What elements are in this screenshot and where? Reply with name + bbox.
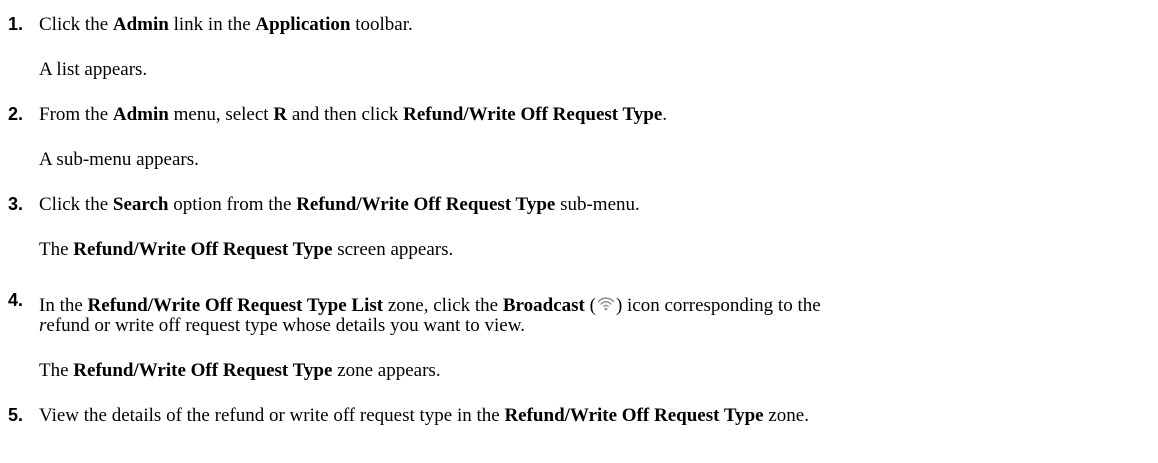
step-text: menu, select — [168, 104, 274, 125]
result-text: The — [39, 360, 74, 381]
ui-term: Refund/Write Off Request Type — [403, 104, 663, 125]
step-1-result: A list appears. — [39, 59, 148, 80]
step-text: option from the — [168, 194, 297, 215]
result-text: screen appears. — [332, 239, 454, 260]
step-text: sub-menu. — [555, 194, 640, 215]
step-text: Click the — [39, 194, 113, 215]
step-number: 2. — [8, 104, 24, 124]
step-text: link in the — [168, 14, 256, 35]
step-3: 3. Click the Search option from the Refun… — [8, 193, 640, 216]
ui-term: Refund/Write Off Request Type List — [87, 295, 384, 316]
ui-term: Refund/Write Off Request Type — [73, 360, 333, 381]
result-text: zone appears. — [332, 360, 441, 381]
step-text: ) icon corresponding to the — [615, 295, 821, 316]
ui-term: Broadcast — [502, 295, 585, 316]
step-number: 5. — [8, 405, 24, 425]
step-number: 4. — [8, 290, 24, 310]
step-text: efund or write off request type whose de… — [46, 315, 525, 336]
step-4: 4. In the Refund/Write Off Request Type L… — [8, 289, 821, 317]
step-1: 1. Click the Admin link in the Applicatio… — [8, 13, 413, 36]
step-text: zone. — [763, 405, 809, 426]
ui-term: Search — [112, 194, 169, 215]
step-4-result: The Refund/Write Off Request Type zone a… — [39, 359, 441, 382]
ui-term: Application — [255, 14, 351, 35]
step-2: 2. From the Admin menu, select R and then… — [8, 103, 667, 126]
step-3-result: The Refund/Write Off Request Type screen… — [39, 238, 453, 261]
ui-term: Refund/Write Off Request Type — [73, 239, 333, 260]
ui-term: Admin — [112, 104, 169, 125]
step-text: zone, click the — [383, 295, 503, 316]
step-number: 3. — [8, 194, 24, 214]
result-text: The — [39, 239, 74, 260]
step-text: Click the — [39, 14, 113, 35]
step-text: View the details of the refund or write … — [39, 405, 505, 426]
step-text: and then click — [287, 104, 404, 125]
ui-term: R — [273, 104, 288, 125]
procedure-document: 1. Click the Admin link in the Applicatio… — [0, 0, 1158, 463]
step-text: . — [662, 104, 668, 125]
ui-term: Refund/Write Off Request Type — [296, 194, 556, 215]
step-5: 5. View the details of the refund or writ… — [8, 404, 809, 427]
step-2-result: A sub-menu appears. — [39, 149, 199, 170]
ui-term: Refund/Write Off Request Type — [504, 405, 764, 426]
step-text: In the — [39, 295, 88, 316]
step-4-continuation: refund or write off request type whose d… — [39, 314, 525, 337]
ui-term: Admin — [112, 14, 169, 35]
step-text: ( — [584, 295, 596, 316]
step-text: toolbar. — [350, 14, 413, 35]
broadcast-icon — [596, 294, 616, 312]
step-text: From the — [39, 104, 113, 125]
step-number: 1. — [8, 14, 24, 34]
